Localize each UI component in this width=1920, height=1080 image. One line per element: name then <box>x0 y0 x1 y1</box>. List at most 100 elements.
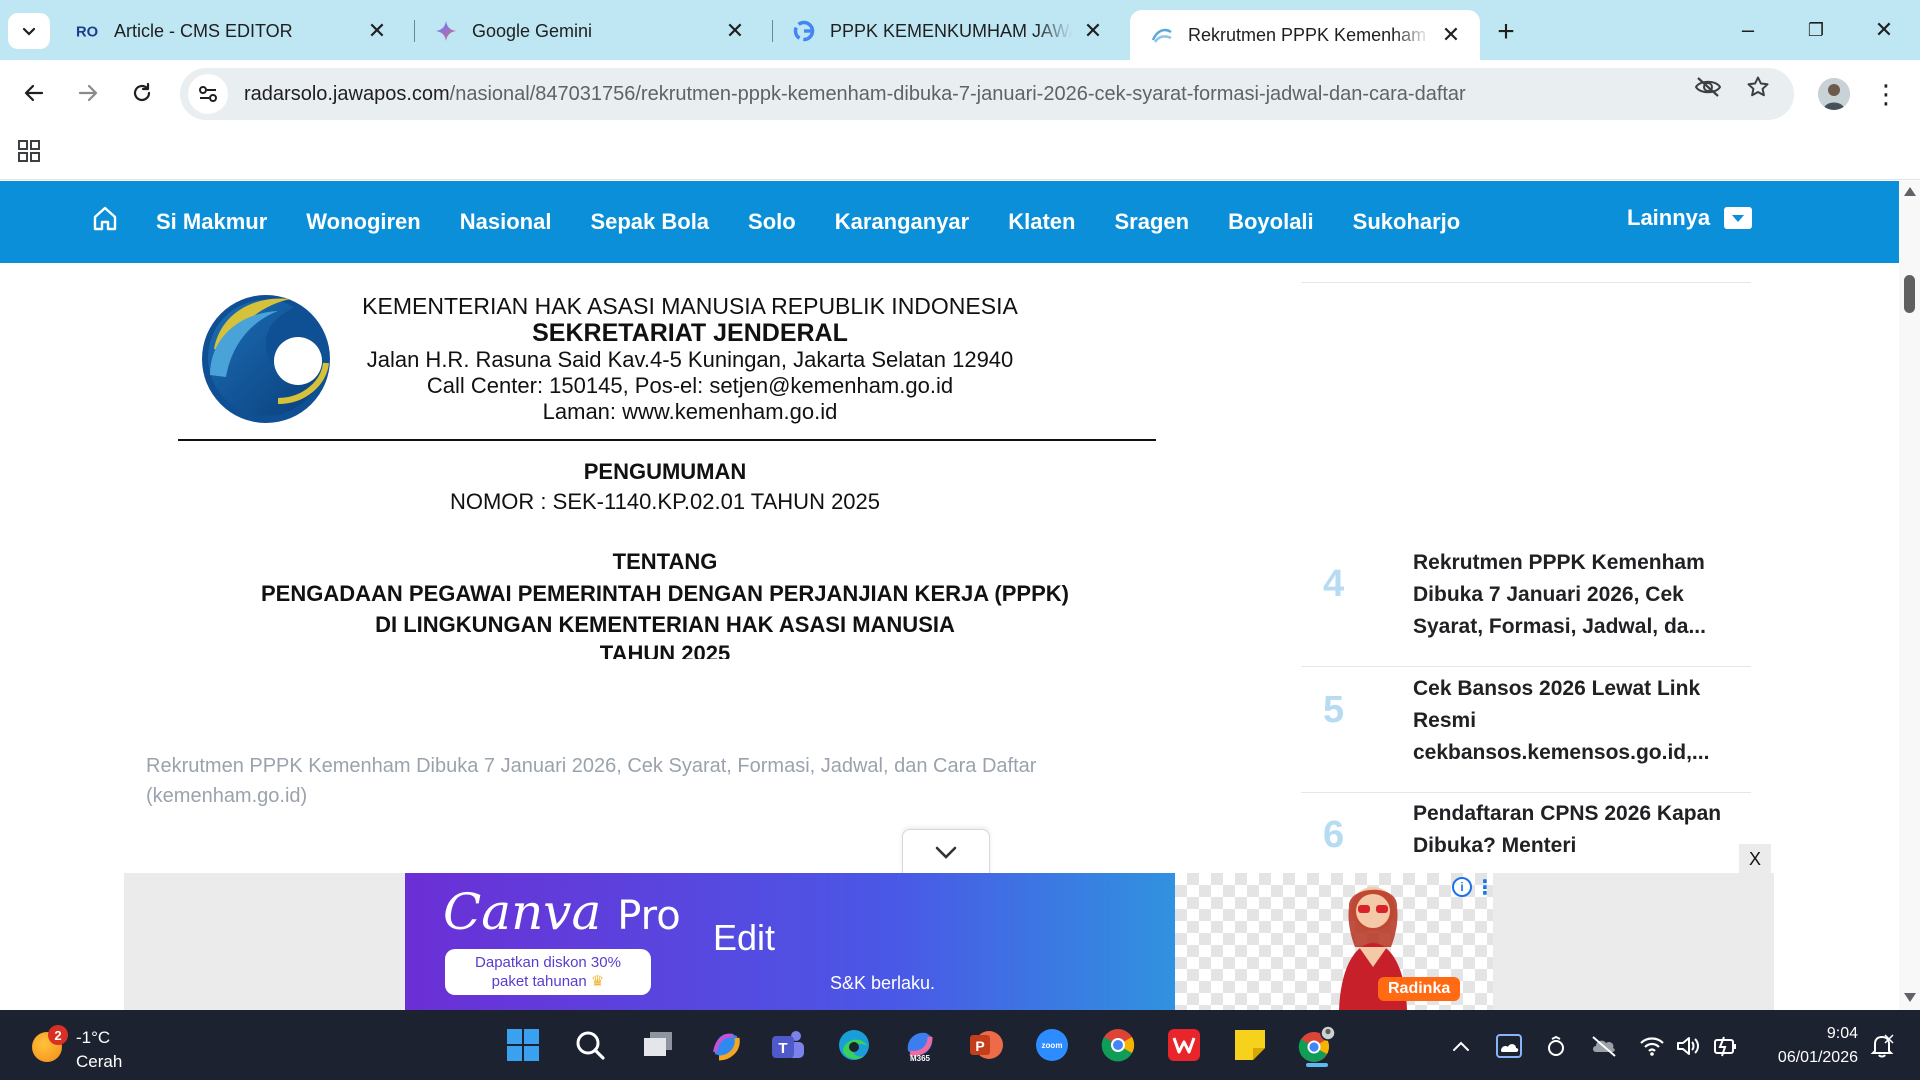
arrow-left-icon <box>24 84 44 102</box>
bookmark-star-icon[interactable] <box>1744 73 1772 101</box>
scroll-up-arrow-icon[interactable] <box>1904 187 1916 196</box>
teams-icon[interactable]: T <box>766 1023 810 1067</box>
nav-item-sukoharjo[interactable]: Sukoharjo <box>1353 209 1461 235</box>
site-info-button[interactable] <box>188 74 228 114</box>
letterhead-divider <box>178 439 1156 441</box>
close-tab-icon[interactable]: ✕ <box>722 18 748 44</box>
wps-office-icon[interactable] <box>1162 1023 1206 1067</box>
show-hidden-icons-chevron-icon[interactable] <box>1447 1032 1475 1060</box>
ad-info-icon[interactable]: i <box>1452 877 1472 897</box>
bookmarks-bar <box>0 126 1920 180</box>
onedrive-icon[interactable] <box>1495 1032 1523 1060</box>
sticky-notes-icon[interactable] <box>1228 1023 1272 1067</box>
ad-terms: S&K berlaku. <box>830 973 936 993</box>
image-caption: Rekrutmen PPPK Kemenham Dibuka 7 Januari… <box>146 755 1037 807</box>
nav-item-wonogiren[interactable]: Wonogiren <box>306 209 420 235</box>
powerpoint-icon[interactable]: P <box>964 1023 1008 1067</box>
address-bar[interactable]: radarsolo.jawapos.com/nasional/847031756… <box>180 68 1794 120</box>
sync-status-icon[interactable] <box>1542 1032 1570 1060</box>
reload-button[interactable] <box>122 73 162 113</box>
volume-icon[interactable] <box>1674 1032 1702 1060</box>
close-tab-icon[interactable]: ✕ <box>1438 22 1464 48</box>
announcement-subject-line-3: TAHUN 2025 <box>599 641 731 659</box>
crown-icon: ♛ <box>590 973 605 990</box>
home-icon[interactable] <box>90 203 122 235</box>
letterhead-address: Jalan H.R. Rasuna Said Kav.4-5 Kuningan,… <box>366 347 1014 372</box>
tab-search-button[interactable] <box>8 13 50 49</box>
eye-off-icon[interactable] <box>1694 73 1722 101</box>
canva-pro-ad[interactable]: Canva Pro Dapatkan diskon 30% paket tahu… <box>405 873 1493 1010</box>
ad-brand-suffix: Pro <box>617 893 681 939</box>
nav-item-sepak-bola[interactable]: Sepak Bola <box>590 209 709 235</box>
copilot-icon[interactable] <box>704 1023 748 1067</box>
ad-menu-icon[interactable]: ⋮ <box>1475 875 1493 900</box>
google-g-icon <box>792 19 816 43</box>
restore-button[interactable]: ❐ <box>1788 10 1844 50</box>
svg-text:M365: M365 <box>910 1054 931 1063</box>
new-tab-button[interactable]: + <box>1488 14 1524 50</box>
chrome-icon[interactable] <box>1096 1023 1140 1067</box>
close-window-button[interactable]: ✕ <box>1856 10 1912 50</box>
announcement-subject-line-1: PENGADAAN PEGAWAI PEMERINTAH DENGAN PERJ… <box>261 581 1069 606</box>
back-button[interactable] <box>14 73 54 113</box>
weather-widget[interactable]: 2 -1°C Cerah <box>30 1020 200 1071</box>
tab-cms-editor[interactable]: RO Article - CMS EDITOR ✕ <box>56 10 406 52</box>
apps-grid-icon[interactable] <box>16 138 44 166</box>
letterhead-website: Laman: www.kemenham.go.id <box>542 399 838 424</box>
tab-title: Rekrutmen PPPK Kemenham Di <box>1188 24 1430 45</box>
chevron-down-icon <box>22 27 36 36</box>
minimize-button[interactable]: – <box>1720 10 1776 50</box>
ad-promo-line-1: Dapatkan diskon 30% <box>475 954 621 971</box>
clock-date: 06/01/2026 <box>1777 1049 1858 1066</box>
popular-article-item[interactable]: 4 Rekrutmen PPPK Kemenham Dibuka 7 Janua… <box>1301 541 1751 667</box>
microsoft-365-icon[interactable]: M365 <box>898 1023 942 1067</box>
page-scrollbar[interactable] <box>1899 181 1920 1010</box>
sidebar-divider <box>1301 282 1751 283</box>
chrome-profile-icon[interactable] <box>1294 1023 1338 1067</box>
popular-title[interactable]: Cek Bansos 2026 Lewat Link Resmi cekbans… <box>1413 673 1733 769</box>
zoom-icon[interactable]: zoom <box>1030 1023 1074 1067</box>
popular-article-item[interactable]: 5 Cek Bansos 2026 Lewat Link Resmi cekba… <box>1301 667 1751 793</box>
ad-close-button[interactable]: X <box>1739 844 1771 874</box>
letterhead-contact: Call Center: 150145, Pos-el: setjen@keme… <box>426 373 954 398</box>
clock-time: 9:04 <box>1826 1025 1858 1042</box>
windows-taskbar: 2 -1°C Cerah T M365 P zoom 9:04 06/01/20… <box>0 1010 1920 1080</box>
close-tab-icon[interactable]: ✕ <box>1080 18 1106 44</box>
nav-item-boyolali[interactable]: Boyolali <box>1228 209 1314 235</box>
tab-rekrutmen-pppk[interactable]: Rekrutmen PPPK Kemenham Di ✕ <box>1130 10 1480 60</box>
system-clock[interactable]: 9:04 06/01/2026 <box>1762 1022 1858 1070</box>
nav-item-sragen[interactable]: Sragen <box>1114 209 1189 235</box>
letterhead-secretariat: SEKRETARIAT JENDERAL <box>532 319 848 347</box>
battery-charging-icon[interactable] <box>1712 1032 1740 1060</box>
cloud-off-icon[interactable] <box>1590 1032 1618 1060</box>
forward-button[interactable] <box>68 73 108 113</box>
notification-bell-icon[interactable] <box>1868 1032 1896 1060</box>
task-view-icon[interactable] <box>636 1023 680 1067</box>
wifi-icon[interactable] <box>1638 1032 1666 1060</box>
nav-item-nasional[interactable]: Nasional <box>460 209 552 235</box>
nav-item-karanganyar[interactable]: Karanganyar <box>835 209 970 235</box>
search-icon[interactable] <box>568 1023 612 1067</box>
close-tab-icon[interactable]: ✕ <box>364 18 390 44</box>
tab-google-gemini[interactable]: Google Gemini ✕ <box>414 10 764 52</box>
nav-item-klaten[interactable]: Klaten <box>1008 209 1075 235</box>
ad-promo-pill: Dapatkan diskon 30% paket tahunan ♛ <box>445 949 651 995</box>
scrollbar-thumb[interactable] <box>1904 275 1915 313</box>
windows-start-icon[interactable] <box>501 1023 545 1067</box>
announcement-subject-line-2: DI LINGKUNGAN KEMENTERIAN HAK ASASI MANU… <box>375 612 955 637</box>
svg-text:P: P <box>975 1038 984 1054</box>
browser-menu-icon[interactable]: ⋮ <box>1872 76 1900 112</box>
profile-avatar[interactable] <box>1818 78 1850 110</box>
tab-pppk-kemenkumham[interactable]: PPPK KEMENKUMHAM JAWA PU ✕ <box>772 10 1122 52</box>
scroll-down-arrow-icon[interactable] <box>1904 993 1916 1002</box>
radar-solo-icon <box>1150 23 1174 47</box>
tune-icon <box>199 86 217 102</box>
popular-rank: 6 <box>1323 814 1345 856</box>
ad-collapse-button[interactable] <box>902 829 990 875</box>
nav-item-solo[interactable]: Solo <box>748 209 796 235</box>
popular-rank: 5 <box>1323 689 1345 731</box>
edge-icon[interactable] <box>832 1023 876 1067</box>
nav-item-si-makmur[interactable]: Si Makmur <box>156 209 267 235</box>
popular-title[interactable]: Rekrutmen PPPK Kemenham Dibuka 7 Januari… <box>1413 547 1733 643</box>
nav-more-dropdown[interactable]: Lainnya <box>1627 205 1753 231</box>
